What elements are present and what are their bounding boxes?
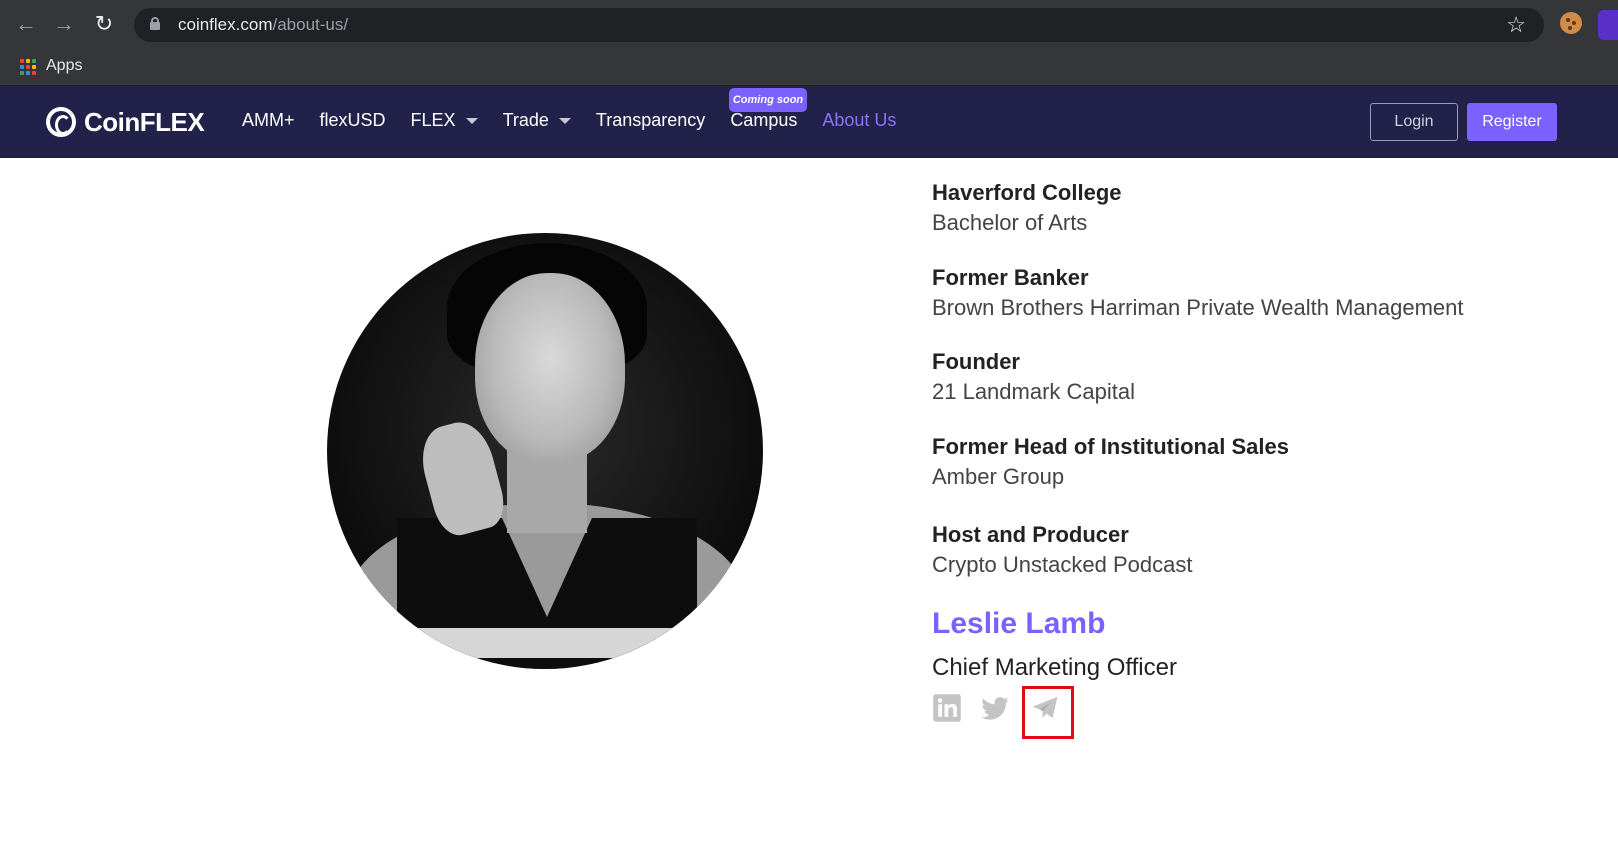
main-nav: AMM+ flexUSD FLEX Trade Transparency Cam… <box>242 110 921 131</box>
person-name: Leslie Lamb <box>932 607 1106 640</box>
credential-item: Former Head of Institutional Sales Amber… <box>932 434 1289 490</box>
linkedin-icon[interactable] <box>932 693 962 723</box>
credential-subtitle: Crypto Unstacked Podcast <box>932 552 1193 577</box>
credential-item: Haverford College Bachelor of Arts <box>932 180 1122 236</box>
apps-bookmark[interactable]: Apps <box>46 57 82 75</box>
nav-amm[interactable]: AMM+ <box>242 110 295 131</box>
forward-arrow-icon[interactable]: → <box>50 10 78 38</box>
url-path: /about-us/ <box>272 15 349 34</box>
logo-text: CoinFLEX <box>84 106 205 137</box>
profile-photo <box>327 233 763 669</box>
url-text: coinflex.com/about-us/ <box>178 15 348 35</box>
credential-title: Haverford College <box>932 180 1122 205</box>
credential-item: Founder 21 Landmark Capital <box>932 349 1135 405</box>
chevron-down-icon <box>558 117 571 124</box>
credential-subtitle: Brown Brothers Harriman Private Wealth M… <box>932 295 1464 320</box>
credential-title: Host and Producer <box>932 522 1129 547</box>
coinflex-logo[interactable]: CoinFLEX <box>46 106 205 138</box>
coinflex-logo-icon <box>46 107 76 137</box>
credential-title: Founder <box>932 349 1020 374</box>
nav-about-us[interactable]: About Us <box>822 110 896 131</box>
star-icon[interactable]: ☆ <box>1506 12 1526 38</box>
cookie-extension-icon[interactable] <box>1560 12 1582 34</box>
credential-subtitle: Amber Group <box>932 464 1065 489</box>
highlight-box <box>1022 686 1074 739</box>
url-domain: coinflex.com <box>178 15 273 34</box>
chevron-down-icon <box>465 117 478 124</box>
credential-title: Former Head of Institutional Sales <box>932 434 1289 459</box>
credential-item: Host and Producer Crypto Unstacked Podca… <box>932 522 1192 578</box>
browser-toolbar: ← → ↻ coinflex.com/about-us/ ☆ <box>0 0 1618 48</box>
nav-transparency[interactable]: Transparency <box>596 110 705 131</box>
back-arrow-icon[interactable]: ← <box>12 10 40 38</box>
person-role: Chief Marketing Officer <box>932 654 1177 681</box>
nav-flexusd[interactable]: flexUSD <box>320 110 386 131</box>
credential-subtitle: 21 Landmark Capital <box>932 379 1136 404</box>
lock-icon <box>150 17 160 30</box>
profile-extension-icon[interactable] <box>1598 10 1618 40</box>
reload-icon[interactable]: ↻ <box>90 10 118 38</box>
credential-item: Former Banker Brown Brothers Harriman Pr… <box>932 265 1463 321</box>
address-bar[interactable]: coinflex.com/about-us/ ☆ <box>134 8 1544 42</box>
nav-campus[interactable]: Campus <box>730 110 797 131</box>
coming-soon-badge: Coming soon <box>729 88 807 112</box>
twitter-icon[interactable] <box>980 693 1010 723</box>
credential-title: Former Banker <box>932 265 1089 290</box>
nav-flex-label: FLEX <box>410 110 456 130</box>
apps-grid-icon[interactable] <box>20 59 36 75</box>
credential-subtitle: Bachelor of Arts <box>932 210 1088 235</box>
register-button[interactable]: Register <box>1467 103 1557 141</box>
login-button[interactable]: Login <box>1370 103 1458 141</box>
nav-flex[interactable]: FLEX <box>411 110 478 131</box>
bookmarks-bar: Apps <box>0 48 1618 86</box>
nav-trade-label: Trade <box>502 110 549 130</box>
nav-trade[interactable]: Trade <box>503 110 571 131</box>
